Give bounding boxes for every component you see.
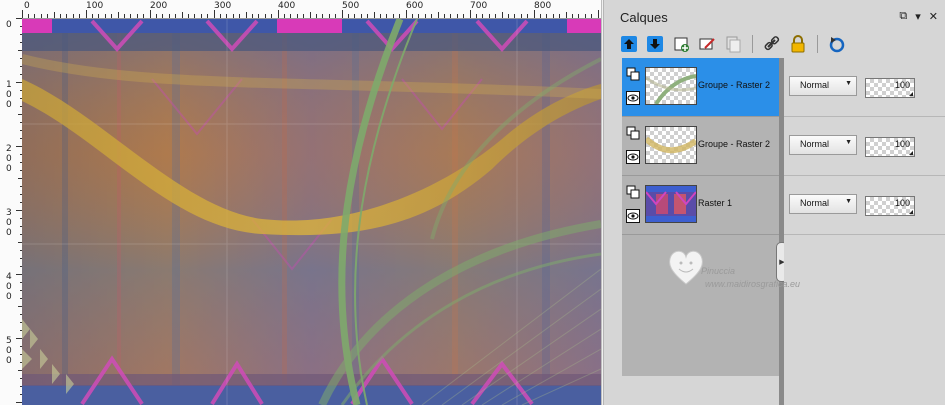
layer-properties: Normal ▼ 100 Normal ▼ 100 Normal ▼ 100: [784, 58, 945, 405]
link-icon: [764, 36, 780, 51]
vertical-ruler: 0 1 0 0 2 0 0 3 0 0 4 0 0 5 0 0: [0, 18, 23, 405]
opacity-field[interactable]: 100: [865, 137, 915, 157]
watermark-name: Pinuccia: [701, 266, 736, 276]
layer-name: Raster 1: [698, 198, 733, 208]
opacity-field[interactable]: 100: [865, 78, 915, 98]
horizontal-ruler: 0 100 200 300 400 500 600 700 800: [22, 0, 601, 19]
layers-list: Groupe - Raster 2 Groupe - Raster 2 Rast…: [622, 58, 779, 376]
layers-panel: Calques ⧉ ▾ ✕ Groupe - Raster 2 Groupe -…: [603, 0, 945, 405]
opacity-value: 100: [894, 198, 910, 208]
new-layer-button[interactable]: [670, 33, 692, 55]
resize-corner-icon: [909, 210, 913, 214]
layer-properties-row: Normal ▼ 100: [784, 58, 945, 117]
visibility-eye-icon[interactable]: [626, 209, 640, 223]
image-canvas-area[interactable]: 0 100 200 300 400 500 600 700 800 0 1 0 …: [0, 0, 602, 405]
toolbar-separator: [752, 35, 753, 53]
layers-toolbar: [618, 32, 938, 56]
restore-icon[interactable]: ⧉: [899, 10, 907, 23]
ruler-corner: [0, 0, 23, 19]
edit-layer-button[interactable]: [696, 33, 718, 55]
layer-type-icon: [626, 126, 640, 140]
dropdown-arrow-icon: ▼: [845, 80, 852, 87]
duplicate-layer-button[interactable]: [722, 33, 744, 55]
artwork-svg: [22, 19, 601, 405]
resize-corner-icon: [909, 151, 913, 155]
blend-mode-dropdown[interactable]: Normal ▼: [789, 76, 857, 96]
blend-mode-dropdown[interactable]: Normal ▼: [789, 135, 857, 155]
layer-thumbnail: [645, 185, 697, 223]
refresh-icon: [829, 37, 845, 53]
panel-window-controls: ⧉ ▾ ✕: [899, 10, 938, 23]
lock-button[interactable]: [787, 33, 809, 55]
opacity-value: 100: [894, 139, 910, 149]
link-button[interactable]: [761, 33, 783, 55]
artwork-image[interactable]: [22, 19, 601, 405]
watermark: Pinuccia www.maidirosgrafica.eu: [665, 246, 840, 296]
watermark-url: www.maidirosgrafica.eu: [705, 279, 801, 289]
arrow-up-icon: [621, 36, 637, 52]
toolbar-separator: [817, 35, 818, 53]
blend-mode-value: Normal: [800, 139, 830, 149]
duplicate-icon: [726, 36, 741, 53]
dropdown-arrow-icon: ▼: [845, 198, 852, 205]
opacity-field[interactable]: 100: [865, 196, 915, 216]
blend-mode-dropdown[interactable]: Normal ▼: [789, 194, 857, 214]
resize-corner-icon: [909, 92, 913, 96]
close-icon[interactable]: ✕: [929, 10, 938, 23]
move-down-button[interactable]: [644, 33, 666, 55]
blend-mode-value: Normal: [800, 198, 830, 208]
panel-title: Calques: [620, 10, 668, 25]
layer-type-icon: [626, 185, 640, 199]
dropdown-arrow-icon: ▼: [845, 139, 852, 146]
layer-name: Groupe - Raster 2: [698, 80, 771, 90]
layer-name: Groupe - Raster 2: [698, 139, 771, 149]
lock-icon: [791, 35, 805, 53]
layer-properties-row: Normal ▼ 100: [784, 117, 945, 176]
layer-type-icon: [626, 67, 640, 81]
blend-mode-value: Normal: [800, 80, 830, 90]
layer-row[interactable]: Raster 1: [622, 176, 779, 235]
opacity-value: 100: [894, 80, 910, 90]
visibility-eye-icon[interactable]: [626, 91, 640, 105]
edit-icon: [699, 38, 715, 50]
layer-row[interactable]: Groupe - Raster 2: [622, 58, 779, 117]
layer-properties-row: Normal ▼ 100: [784, 176, 945, 235]
layer-thumbnail: [645, 67, 697, 105]
move-up-button[interactable]: [618, 33, 640, 55]
chevron-down-icon[interactable]: ▾: [915, 10, 921, 23]
layer-thumbnail: [645, 126, 697, 164]
refresh-button[interactable]: [826, 33, 848, 55]
layer-row[interactable]: Groupe - Raster 2: [622, 117, 779, 176]
arrow-down-icon: [647, 36, 663, 52]
visibility-eye-icon[interactable]: [626, 150, 640, 164]
new-layer-icon: [674, 37, 689, 52]
